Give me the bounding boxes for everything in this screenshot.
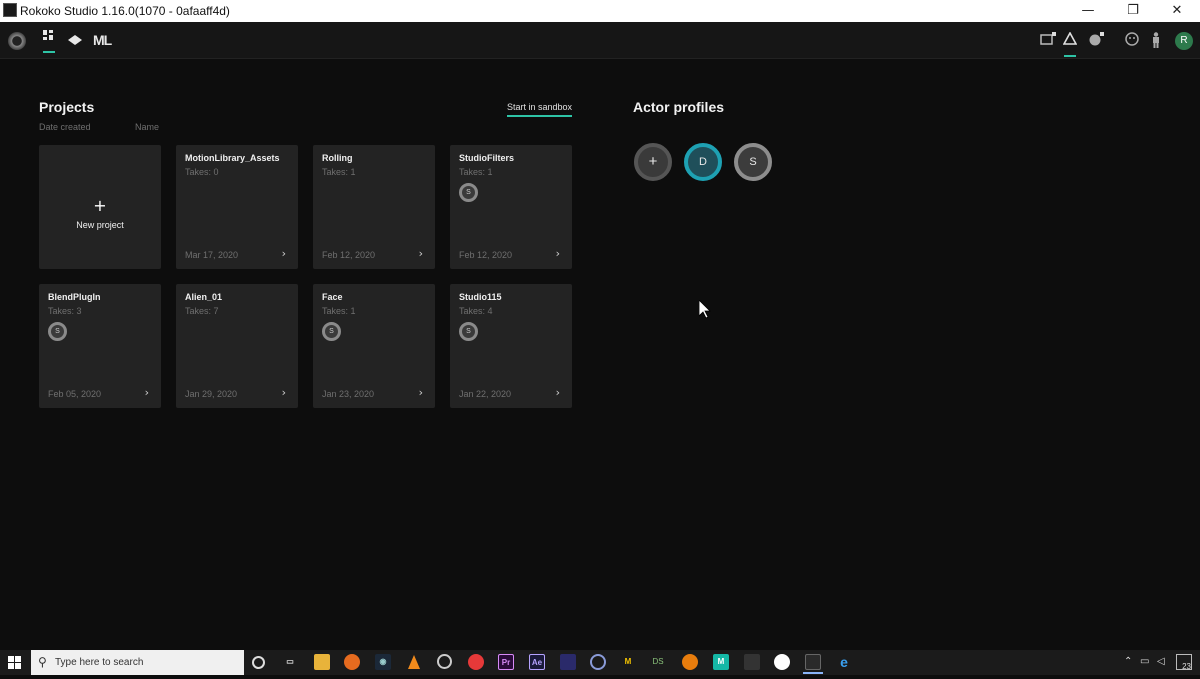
project-name: StudioFilters: [459, 153, 515, 163]
face-icon[interactable]: [1125, 32, 1139, 50]
project-name: MotionLibrary_Assets: [185, 153, 280, 163]
projects-title: Projects: [39, 99, 95, 115]
actor-profiles-title: Actor profiles: [633, 99, 725, 115]
project-date: Jan 29, 2020: [185, 389, 238, 399]
sort-date-created[interactable]: Date created: [39, 122, 91, 132]
project-card[interactable]: Studio115 Takes: 4 S Jan 22, 2020 ›: [450, 284, 572, 408]
actor-profile-s[interactable]: S: [734, 143, 772, 181]
rokoko-logo-icon[interactable]: [8, 32, 26, 50]
notification-icon[interactable]: 23: [1176, 654, 1192, 671]
task-view-icon[interactable]: ▭: [282, 654, 298, 670]
after-effects-icon[interactable]: Ae: [529, 654, 545, 670]
plus-icon: +: [93, 196, 107, 215]
add-actor-button[interactable]: +: [634, 143, 672, 181]
restore-button[interactable]: ❐: [1110, 0, 1156, 22]
actor-profile-d[interactable]: D: [684, 143, 722, 181]
project-card[interactable]: BlendPlugIn Takes: 3 S Feb 05, 2020 ›: [39, 284, 161, 408]
project-card[interactable]: Alien_01 Takes: 7 Jan 29, 2020 ›: [176, 284, 298, 408]
chevron-right-icon[interactable]: ›: [556, 247, 560, 260]
search-placeholder: Type here to search: [55, 657, 144, 668]
search-icon: ⚲: [38, 655, 47, 669]
notification-count: 23: [1182, 662, 1191, 671]
project-date: Feb 05, 2020: [48, 389, 102, 399]
app-toolbar: ML R: [0, 22, 1200, 59]
project-date: Feb 12, 2020: [322, 250, 376, 260]
actor-badge: S: [459, 322, 478, 341]
ml-icon[interactable]: ML: [93, 32, 112, 48]
project-takes: Takes: 1: [322, 306, 356, 316]
project-card[interactable]: StudioFilters Takes: 1 S Feb 12, 2020 ›: [450, 145, 572, 269]
start-in-sandbox-link[interactable]: Start in sandbox: [507, 102, 573, 117]
chevron-right-icon[interactable]: ›: [419, 386, 423, 399]
project-name: Rolling: [322, 153, 353, 163]
actor-badge: S: [322, 322, 341, 341]
premiere-icon[interactable]: Pr: [498, 654, 514, 670]
new-project-card[interactable]: + New project: [39, 145, 161, 269]
active-indicator: [1064, 55, 1076, 57]
network-icon[interactable]: ▭: [1140, 656, 1149, 667]
steam-icon[interactable]: ◉: [375, 654, 391, 670]
project-name: Face: [322, 292, 343, 302]
ds-icon[interactable]: DS: [650, 654, 666, 670]
volume-icon[interactable]: ◁: [1157, 656, 1165, 667]
edge-icon[interactable]: e: [836, 654, 852, 670]
project-date: Feb 12, 2020: [459, 250, 513, 260]
user-avatar-icon[interactable]: R: [1175, 32, 1193, 50]
project-takes: Takes: 1: [459, 167, 493, 177]
project-name: Studio115: [459, 292, 502, 302]
actor-badge: S: [48, 322, 67, 341]
creative-cloud-icon[interactable]: [468, 654, 484, 670]
project-name: Alien_01: [185, 292, 223, 302]
project-date: Mar 17, 2020: [185, 250, 239, 260]
m-green-icon[interactable]: M: [713, 654, 729, 670]
window-title: Rokoko Studio 1.16.0(1070 - 0afaaff4d): [20, 4, 230, 18]
m-app-icon[interactable]: M: [620, 654, 636, 670]
cortana-icon[interactable]: [252, 656, 265, 669]
file-explorer-icon[interactable]: [314, 654, 330, 670]
rokoko-icon[interactable]: [803, 654, 823, 674]
project-takes: Takes: 3: [48, 306, 82, 316]
obs-icon[interactable]: [437, 654, 452, 669]
chevron-right-icon[interactable]: ›: [556, 386, 560, 399]
app-icon[interactable]: [560, 654, 576, 670]
project-date: Jan 22, 2020: [459, 389, 512, 399]
library-icon[interactable]: [68, 33, 82, 49]
chevron-up-icon[interactable]: ⌃: [1124, 656, 1132, 667]
chevron-right-icon[interactable]: ›: [419, 247, 423, 260]
chevron-right-icon[interactable]: ›: [282, 386, 286, 399]
project-name: BlendPlugIn: [48, 292, 101, 302]
sort-name[interactable]: Name: [135, 122, 159, 132]
blender-icon[interactable]: [682, 654, 698, 670]
vlc-icon[interactable]: [406, 654, 422, 670]
project-date: Jan 23, 2020: [322, 389, 375, 399]
project-takes: Takes: 7: [185, 306, 219, 316]
project-card[interactable]: Rolling Takes: 1 Feb 12, 2020 ›: [313, 145, 435, 269]
rokoko-app-icon: [3, 3, 17, 17]
taskbar-search-box[interactable]: ⚲ Type here to search: [31, 650, 244, 675]
chevron-right-icon[interactable]: ›: [145, 386, 149, 399]
project-card[interactable]: MotionLibrary_Assets Takes: 0 Mar 17, 20…: [176, 145, 298, 269]
close-button[interactable]: ✕: [1154, 0, 1200, 22]
actor-badge: S: [459, 183, 478, 202]
body-icon[interactable]: [1150, 32, 1162, 52]
sensor-locked-icon[interactable]: [1088, 32, 1106, 50]
mouse-cursor-icon: [699, 300, 711, 319]
cinema4d-icon[interactable]: [590, 654, 606, 670]
project-takes: Takes: 0: [185, 167, 219, 177]
minimize-button[interactable]: —: [1065, 0, 1111, 22]
warning-icon[interactable]: [1062, 31, 1078, 49]
project-takes: Takes: 1: [322, 167, 356, 177]
unity-icon[interactable]: [744, 654, 760, 670]
projects-grid-icon[interactable]: [43, 30, 55, 53]
windows-taskbar: ⚲ Type here to search ▭ ◉ Pr Ae M DS M e…: [0, 650, 1200, 675]
window-title-bar: Rokoko Studio 1.16.0(1070 - 0afaaff4d) —…: [0, 0, 1200, 22]
slack-icon[interactable]: [774, 654, 790, 670]
project-takes: Takes: 4: [459, 306, 493, 316]
chevron-right-icon[interactable]: ›: [282, 247, 286, 260]
windows-start-icon[interactable]: [8, 656, 21, 673]
project-card[interactable]: Face Takes: 1 S Jan 23, 2020 ›: [313, 284, 435, 408]
new-project-label: New project: [76, 220, 124, 230]
device-locked-icon[interactable]: [1040, 32, 1056, 50]
firefox-icon[interactable]: [344, 654, 360, 670]
